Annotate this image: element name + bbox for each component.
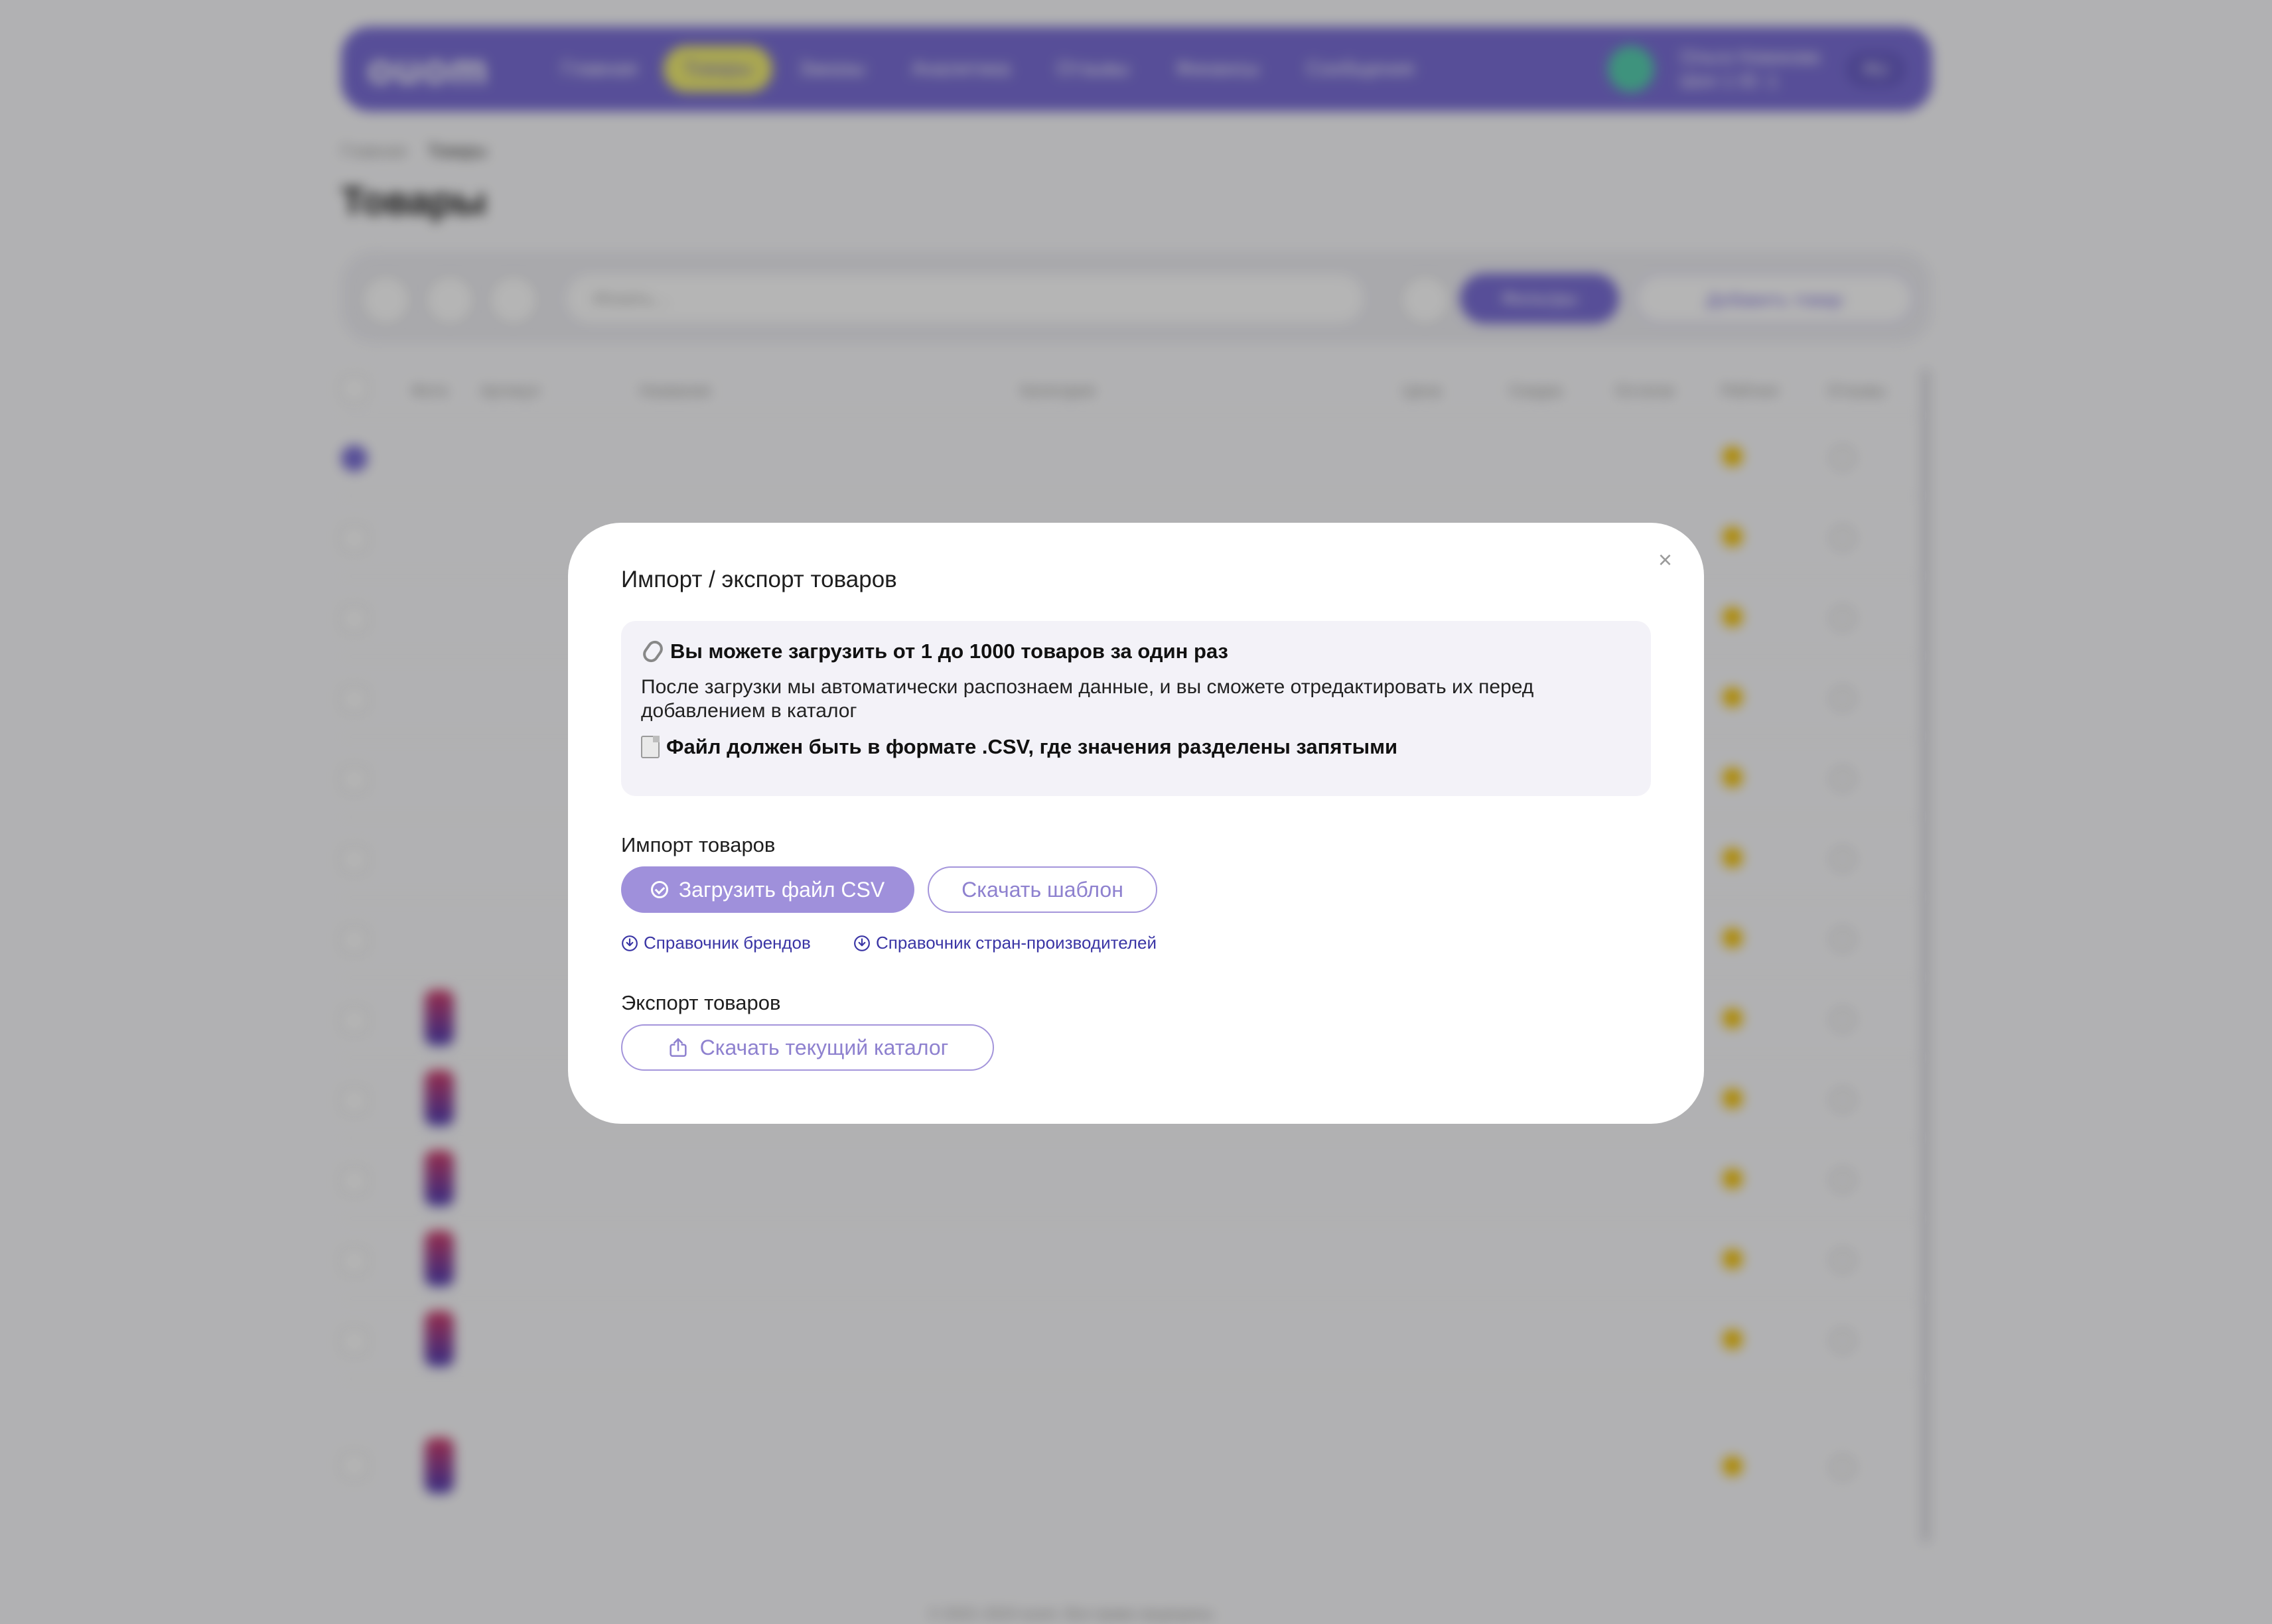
download-template-button[interactable]: Скачать шаблон bbox=[928, 866, 1157, 913]
download-catalog-button[interactable]: Скачать текущий каталог bbox=[621, 1024, 994, 1071]
info-limit: Вы можете загрузить от 1 до 1000 товаров… bbox=[640, 638, 1631, 665]
download-icon bbox=[622, 935, 638, 951]
countries-reference-label: Справочник стран-производителей bbox=[876, 933, 1157, 953]
countries-reference-link[interactable]: Справочник стран-производителей bbox=[853, 933, 1157, 953]
info-format: Файл должен быть в формате .CSV, где зна… bbox=[641, 735, 1631, 759]
brands-reference-link[interactable]: Справочник брендов bbox=[621, 933, 811, 953]
brands-reference-label: Справочник брендов bbox=[644, 933, 811, 953]
info-limit-text: Вы можете загрузить от 1 до 1000 товаров… bbox=[670, 640, 1228, 663]
download-template-label: Скачать шаблон bbox=[961, 877, 1123, 902]
info-description: После загрузки мы автоматически распозна… bbox=[641, 676, 1534, 722]
modal-title: Импорт / экспорт товаров bbox=[621, 567, 897, 592]
document-icon bbox=[641, 736, 660, 758]
import-export-modal: × Импорт / экспорт товаров Вы можете заг… bbox=[568, 523, 1704, 1124]
paperclip-icon bbox=[640, 638, 666, 665]
upload-icon bbox=[670, 1038, 687, 1057]
info-box: Вы можете загрузить от 1 до 1000 товаров… bbox=[621, 621, 1651, 796]
check-circle-icon bbox=[650, 881, 668, 898]
close-icon[interactable]: × bbox=[1658, 548, 1672, 572]
export-section-label: Экспорт товаров bbox=[621, 991, 781, 1014]
download-icon bbox=[854, 935, 870, 951]
upload-csv-button[interactable]: Загрузить файл CSV bbox=[621, 866, 914, 913]
download-catalog-label: Скачать текущий каталог bbox=[699, 1035, 949, 1059]
import-section-label: Импорт товаров bbox=[621, 833, 776, 856]
info-format-text: Файл должен быть в формате .CSV, где зна… bbox=[666, 735, 1398, 758]
upload-csv-label: Загрузить файл CSV bbox=[678, 877, 885, 902]
